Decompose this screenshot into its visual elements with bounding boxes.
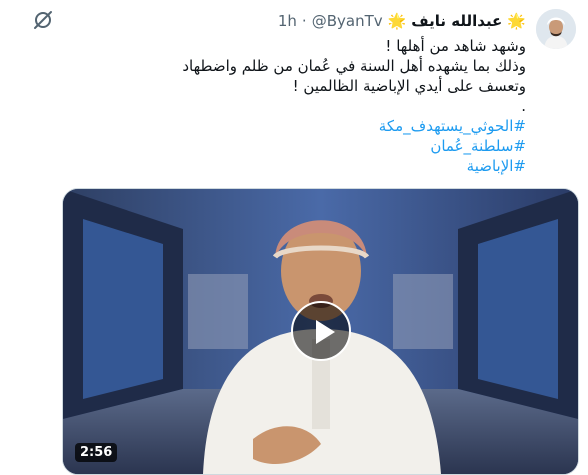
video-player[interactable]: 2:56 [62, 188, 579, 475]
tweet-text: وشهد شاهد من أهلها ! وذلك بما يشهده أهل … [16, 36, 526, 176]
tweet-text-line: . [521, 97, 526, 115]
display-name[interactable]: عبدالله نايف [411, 12, 502, 30]
tweet-text-line: وذلك بما يشهده أهل السنة في عُمان من ظلم… [182, 57, 526, 75]
tweet-header: 🌟 عبدالله نايف 🌟 @ByanTv · 1h [278, 9, 526, 33]
play-icon[interactable] [291, 301, 351, 361]
tweet-text-line: وتعسف على أيدي الإباضية الظالمين ! [292, 77, 526, 95]
user-handle[interactable]: @ByanTv [312, 12, 383, 30]
hashtag-link[interactable]: #سلطنة_عُمان [16, 136, 526, 156]
star-emoji-icon: 🌟 [387, 11, 407, 30]
hashtag-link[interactable]: #الإباضية [16, 156, 526, 176]
separator-dot: · [301, 12, 307, 30]
video-duration: 2:56 [75, 443, 118, 462]
timestamp[interactable]: 1h [278, 12, 297, 30]
avatar[interactable] [536, 9, 576, 49]
tweet-text-line: وشهد شاهد من أهلها ! [385, 37, 526, 55]
tweet-card[interactable]: 🌟 عبدالله نايف 🌟 @ByanTv · 1h وشهد شاهد … [0, 0, 588, 475]
star-emoji-icon: 🌟 [507, 11, 526, 30]
grok-icon[interactable] [32, 9, 54, 31]
hashtag-link[interactable]: #الحوثي_يستهدف_مكة [16, 116, 526, 136]
